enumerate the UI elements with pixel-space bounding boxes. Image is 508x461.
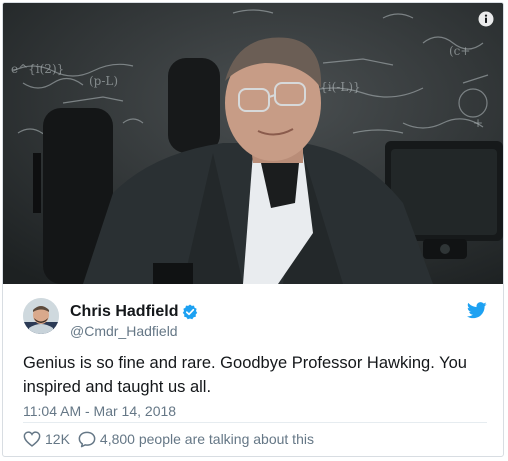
author-name[interactable]: Chris Hadfield [70, 303, 178, 321]
avatar[interactable] [23, 298, 59, 334]
tweet-text: Genius is so fine and rare. Goodbye Prof… [23, 354, 467, 396]
tweet-photo[interactable]: e^{i(2)} (p-L) e^{i(-L)} (c+ + [3, 3, 503, 284]
twitter-bird-icon[interactable] [467, 302, 487, 319]
heart-icon [23, 431, 41, 447]
talking-about-text: 4,800 people are talking about this [99, 431, 314, 447]
avatar-image [23, 298, 59, 334]
tweet-timestamp[interactable]: 11:04 AM - Mar 14, 2018 [23, 403, 176, 419]
author-name-row: Chris Hadfield [70, 302, 198, 322]
tweet-header: Chris Hadfield @Cmdr_Hadfield [23, 298, 487, 342]
like-button[interactable]: 12K [23, 431, 70, 447]
svg-text:e^{i(2)}: e^{i(2)} [11, 62, 64, 76]
svg-text:(c+: (c+ [449, 44, 470, 58]
verified-badge-icon [183, 304, 198, 320]
svg-text:(p-L): (p-L) [89, 74, 118, 88]
likes-count: 12K [45, 431, 70, 447]
divider [23, 422, 487, 423]
author-handle[interactable]: @Cmdr_Hadfield [70, 323, 178, 339]
conversation-link[interactable]: 4,800 people are talking about this [78, 431, 314, 448]
info-icon[interactable] [478, 11, 494, 27]
speech-bubble-icon [78, 431, 96, 447]
tweet-actions: 12K 4,800 people are talking about this [23, 430, 314, 448]
photo-illustration: e^{i(2)} (p-L) e^{i(-L)} (c+ + [3, 3, 503, 284]
svg-text:+: + [473, 116, 483, 130]
embedded-tweet-card: e^{i(2)} (p-L) e^{i(-L)} (c+ + Chris Had… [2, 2, 504, 457]
